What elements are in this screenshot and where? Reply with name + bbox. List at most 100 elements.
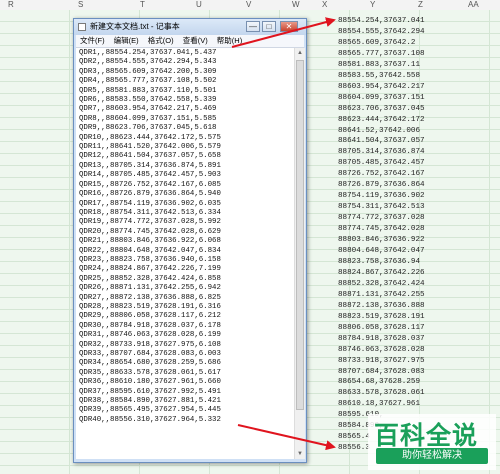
text-line: QDR37,,88595.610,37627.992,5.491 <box>79 387 221 396</box>
cell-value[interactable]: 88654.68,37628.259 <box>338 377 478 388</box>
text-line: QDR21,,88803.846,37636.922,6.068 <box>79 237 221 246</box>
minimize-button[interactable]: — <box>246 21 260 32</box>
cell-value[interactable]: 88565.609,37642.2 <box>338 38 478 49</box>
text-line: QDR39,,88565.495,37627.954,5.445 <box>79 406 221 415</box>
column-header-w[interactable]: W <box>292 0 300 9</box>
watermark-logo: 百科全说 助你轻松解决 <box>368 414 496 470</box>
cell-value[interactable]: 88806.058,37628.117 <box>338 323 478 334</box>
cell-value[interactable]: 88746.063,37628.028 <box>338 345 478 356</box>
text-line: QDR40,,88556.310,37627.964,5.332 <box>79 415 221 424</box>
text-line: QDR24,,88824.867,37642.226,7.199 <box>79 265 221 274</box>
scroll-thumb[interactable] <box>296 60 304 410</box>
cell-value[interactable]: 88554.254,37637.041 <box>338 16 478 27</box>
watermark-title: 百科全说 <box>374 421 479 450</box>
text-line: QDR22,,88804.648,37642.047,6.834 <box>79 246 221 255</box>
cell-value[interactable]: 88824.867,37642.226 <box>338 268 478 279</box>
text-line: QDR18,,88754.311,37642.513,6.334 <box>79 208 221 217</box>
cell-value[interactable]: 88581.883,37637.11 <box>338 60 478 71</box>
column-header-u[interactable]: U <box>196 0 202 9</box>
cell-value[interactable]: 88852.328,37642.424 <box>338 279 478 290</box>
column-header-aa[interactable]: AA <box>468 0 479 9</box>
menu-bar: 文件(F) 编辑(E) 格式(O) 查看(V) 帮助(H) <box>76 35 304 48</box>
notepad-window[interactable]: 新建文本文档.txt - 记事本 — □ ✕ 文件(F) 编辑(E) 格式(O)… <box>73 18 307 463</box>
cell-value[interactable]: 88804.648,37642.047 <box>338 246 478 257</box>
cell-value[interactable]: 88705.485,37642.457 <box>338 158 478 169</box>
cell-value[interactable]: 88733.918,37627.975 <box>338 356 478 367</box>
cell-value[interactable]: 88633.578,37628.061 <box>338 388 478 399</box>
notepad-titlebar[interactable]: 新建文本文档.txt - 记事本 — □ ✕ <box>74 19 306 35</box>
cell-value[interactable]: 88705.314,37636.874 <box>338 147 478 158</box>
cell-value[interactable]: 88565.777,37637.108 <box>338 49 478 60</box>
column-header-v[interactable]: V <box>246 0 251 9</box>
text-line: QDR8,,88604.099,37637.151,5.585 <box>79 114 217 123</box>
text-editor-area[interactable]: QDR1,,88554.254,37637.041,5.437 QDR2,,885… <box>76 48 294 459</box>
column-header-z[interactable]: Z <box>418 0 423 9</box>
cell-value[interactable]: 88726.752,37642.167 <box>338 169 478 180</box>
text-line: QDR32,,88733.918,37627.975,6.108 <box>79 340 221 349</box>
cell-value[interactable]: 88554.555,37642.294 <box>338 27 478 38</box>
close-button[interactable]: ✕ <box>280 21 298 32</box>
coordinate-column[interactable]: 88554.254,37637.041 88554.555,37642.294 88… <box>338 16 478 454</box>
text-line: QDR13,,88705.314,37636.874,5.891 <box>79 161 221 170</box>
text-line: QDR15,,88726.752,37642.167,6.085 <box>79 180 221 189</box>
menu-file[interactable]: 文件(F) <box>80 36 105 45</box>
cell-value[interactable]: 88623.706,37637.045 <box>338 104 478 115</box>
cell-value[interactable]: 88872.138,37636.888 <box>338 301 478 312</box>
cell-value[interactable]: 88604.099,37637.151 <box>338 93 478 104</box>
notepad-icon <box>78 23 86 31</box>
cell-value[interactable]: 88623.444,37642.172 <box>338 115 478 126</box>
text-line: QDR2,,88554.555,37642.294,5.343 <box>79 58 217 67</box>
text-line: QDR34,,88654.680,37628.259,5.686 <box>79 359 221 368</box>
cell-value[interactable]: 88583.55,37642.558 <box>338 71 478 82</box>
text-line: QDR35,,88633.578,37628.061,5.617 <box>79 368 221 377</box>
cell-value[interactable]: 88603.954,37642.217 <box>338 82 478 93</box>
cell-value[interactable]: 88784.918,37628.037 <box>338 334 478 345</box>
cell-value[interactable]: 88610.18,37627.961 <box>338 399 478 410</box>
column-header-y[interactable]: Y <box>370 0 375 9</box>
watermark-subtitle: 助你轻松解决 <box>376 448 488 464</box>
cell-value[interactable]: 88823.519,37628.191 <box>338 312 478 323</box>
text-line: QDR33,,88707.684,37628.083,6.003 <box>79 350 221 358</box>
cell-value[interactable]: 88871.131,37642.255 <box>338 290 478 301</box>
text-line: QDR5,,88581.883,37637.110,5.501 <box>79 86 217 95</box>
cell-value[interactable]: 88754.311,37642.513 <box>338 202 478 213</box>
maximize-button[interactable]: □ <box>262 21 276 32</box>
cell-value[interactable]: 88641.504,37637.057 <box>338 136 478 147</box>
scroll-down-icon[interactable]: ▼ <box>295 449 305 459</box>
cell-value[interactable]: 88707.684,37628.083 <box>338 367 478 378</box>
text-line: QDR28,,88823.519,37628.191,6.316 <box>79 302 221 311</box>
text-line: QDR7,,88603.954,37642.217,5.469 <box>79 105 217 114</box>
cell-value[interactable]: 88774.745,37642.028 <box>338 224 478 235</box>
text-line: QDR19,,88774.772,37637.028,5.992 <box>79 218 221 227</box>
column-header-t[interactable]: T <box>140 0 145 9</box>
column-header-r[interactable]: R <box>8 0 14 9</box>
menu-edit[interactable]: 编辑(E) <box>114 36 139 45</box>
vertical-scrollbar[interactable]: ▲ ▼ <box>294 48 305 459</box>
text-line: QDR23,,88823.758,37636.940,6.158 <box>79 255 221 264</box>
column-header-x[interactable]: X <box>322 0 327 9</box>
menu-help[interactable]: 帮助(H) <box>217 36 242 45</box>
text-line: QDR29,,88806.058,37628.117,6.212 <box>79 312 221 321</box>
text-line: QDR38,,88584.890,37627.881,5.421 <box>79 397 221 406</box>
cell-value[interactable]: 88754.119,37636.902 <box>338 191 478 202</box>
text-line: QDR17,,88754.119,37636.902,6.035 <box>79 199 221 208</box>
text-line: QDR10,,88623.444,37642.172,5.575 <box>79 133 221 142</box>
column-header-s[interactable]: S <box>78 0 83 9</box>
cell-value[interactable]: 88774.772,37637.028 <box>338 213 478 224</box>
text-line: QDR20,,88774.745,37642.028,6.629 <box>79 227 221 236</box>
text-line: QDR25,,88852.328,37642.424,6.858 <box>79 274 221 283</box>
text-line: QDR11,,88641.520,37642.006,5.579 <box>79 143 221 152</box>
text-line: QDR3,,88565.609,37642.200,5.309 <box>79 67 217 76</box>
text-line: QDR30,,88784.918,37628.037,6.178 <box>79 321 221 330</box>
cell-value[interactable]: 88823.758,37636.94 <box>338 257 478 268</box>
menu-format[interactable]: 格式(O) <box>148 36 174 45</box>
cell-value[interactable]: 88726.879,37636.864 <box>338 180 478 191</box>
cell-value[interactable]: 88641.52,37642.006 <box>338 126 478 137</box>
scroll-up-icon[interactable]: ▲ <box>295 48 305 58</box>
cell-value[interactable]: 88803.846,37636.922 <box>338 235 478 246</box>
text-line: QDR1,,88554.254,37637.041,5.437 <box>79 49 217 57</box>
text-line: QDR26,,88871.131,37642.255,6.942 <box>79 284 221 293</box>
text-line: QDR27,,88872.138,37636.888,6.825 <box>79 293 221 302</box>
window-title: 新建文本文档.txt - 记事本 <box>90 22 180 31</box>
menu-view[interactable]: 查看(V) <box>183 36 208 45</box>
